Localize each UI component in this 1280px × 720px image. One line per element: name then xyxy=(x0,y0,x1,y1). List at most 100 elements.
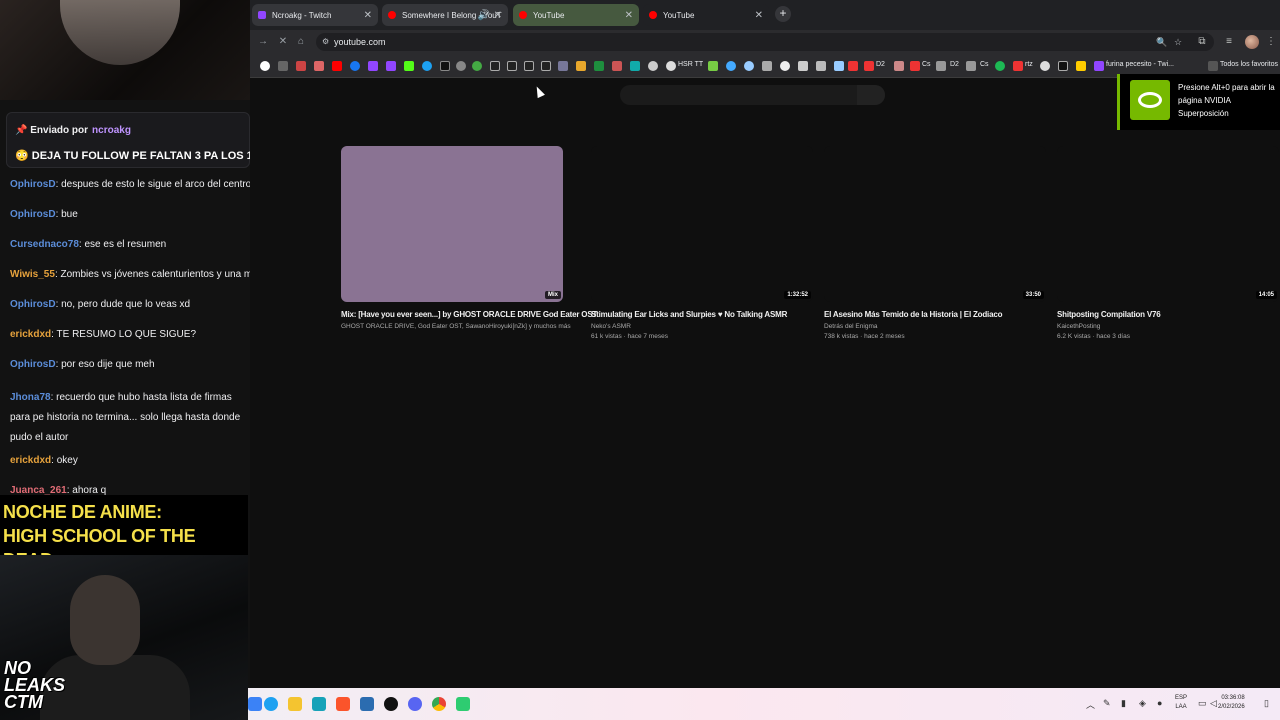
video-title[interactable]: Stimulating Ear Licks and Slurpies ♥ No … xyxy=(591,310,813,319)
bookmark-icon[interactable] xyxy=(966,61,976,71)
chat-username[interactable]: erickdxd xyxy=(10,455,51,466)
bookmark-icon[interactable] xyxy=(936,61,946,71)
kick-icon[interactable] xyxy=(404,61,414,71)
bookmark-label[interactable]: D2 xyxy=(950,61,959,68)
video-card[interactable]: 1:32:52 Stimulating Ear Licks and Slurpi… xyxy=(591,146,813,340)
site-info-icon[interactable]: ⚙ xyxy=(322,37,332,47)
video-channel[interactable]: Neko's ASMR xyxy=(591,323,813,330)
media-icon[interactable]: ≡ xyxy=(1222,35,1236,49)
video-title[interactable]: Shitposting Compilation V76 xyxy=(1057,310,1279,319)
bookmark-icon[interactable] xyxy=(260,61,270,71)
brave-icon[interactable] xyxy=(336,697,350,711)
app-icon[interactable] xyxy=(456,697,470,711)
bookmark-icon[interactable] xyxy=(848,61,858,71)
edge-icon[interactable] xyxy=(264,697,278,711)
bookmark-label[interactable]: HSR TT xyxy=(678,61,703,68)
menu-icon[interactable]: ⋮ xyxy=(1264,35,1278,49)
usb-icon[interactable]: ▮ xyxy=(1121,698,1126,709)
pen-icon[interactable]: ✎ xyxy=(1103,698,1111,709)
x-icon[interactable] xyxy=(541,61,551,71)
chat-username[interactable]: Jhona78 xyxy=(10,392,51,403)
chrome-icon[interactable] xyxy=(432,697,446,711)
network-icon[interactable]: ▭ xyxy=(1198,698,1207,709)
bookmark-icon[interactable] xyxy=(816,61,826,71)
bookmark-icon[interactable] xyxy=(314,61,324,71)
star-icon[interactable]: ☆ xyxy=(1174,37,1182,48)
bookmark-label[interactable]: D2 xyxy=(876,61,885,68)
close-icon[interactable]: ✕ xyxy=(755,10,763,21)
search-bar-loading[interactable] xyxy=(620,85,885,105)
url-text[interactable]: youtube.com xyxy=(334,37,386,47)
tab-youtube-active[interactable]: YouTube ✕ xyxy=(643,4,769,26)
bookmark-icon[interactable] xyxy=(666,61,676,71)
bookmark-icon[interactable] xyxy=(864,61,874,71)
video-channel[interactable]: KaicethPosting xyxy=(1057,323,1279,330)
bookmark-icon[interactable] xyxy=(278,61,288,71)
search-icon[interactable]: 🔍 xyxy=(1156,37,1167,48)
forward-icon[interactable]: → xyxy=(256,35,270,49)
notification-icon[interactable]: ▯ xyxy=(1264,698,1269,709)
video-card[interactable]: Mix Mix: [Have you ever seen...] by GHOS… xyxy=(341,146,597,330)
tab-youtube-song[interactable]: Somewhere I Belong - YouT 🔊 ✕ xyxy=(382,4,508,26)
twitch-icon[interactable] xyxy=(1094,61,1104,71)
discord-icon[interactable] xyxy=(408,697,422,711)
bookmark-icon[interactable] xyxy=(1058,61,1068,71)
bookmark-icon[interactable] xyxy=(834,61,844,71)
close-icon[interactable]: ✕ xyxy=(494,10,502,21)
spotify-icon[interactable] xyxy=(995,61,1005,71)
folder-icon[interactable] xyxy=(1208,61,1218,71)
extensions-icon[interactable]: ⧉ xyxy=(1195,35,1209,49)
twitch-icon[interactable] xyxy=(368,61,378,71)
mic-icon[interactable]: ● xyxy=(1157,698,1162,708)
close-loading-icon[interactable]: ✕ xyxy=(276,35,290,49)
video-thumbnail[interactable]: 1:32:52 xyxy=(591,146,813,302)
chat-username[interactable]: Cursednaco78 xyxy=(10,239,79,250)
chat-username[interactable]: OphirosD xyxy=(10,179,56,190)
app-icon[interactable] xyxy=(312,697,326,711)
start-icon[interactable] xyxy=(248,697,262,711)
bookmark-icon[interactable] xyxy=(576,61,586,71)
app-icon[interactable] xyxy=(360,697,374,711)
bookmark-icon[interactable] xyxy=(296,61,306,71)
video-title[interactable]: Mix: [Have you ever seen...] by GHOST OR… xyxy=(341,310,597,319)
bookmark-icon[interactable] xyxy=(726,61,736,71)
bookmark-label[interactable]: rtz xyxy=(1025,61,1033,68)
x-icon[interactable] xyxy=(524,61,534,71)
bookmark-label[interactable]: Cs xyxy=(980,61,989,68)
bookmark-icon[interactable] xyxy=(332,61,342,71)
twitch-icon[interactable] xyxy=(386,61,396,71)
close-icon[interactable]: 🔊 xyxy=(478,10,490,21)
video-title[interactable]: El Asesino Más Temido de la Historia | E… xyxy=(824,310,1046,319)
bookmark-icon[interactable] xyxy=(630,61,640,71)
bookmark-icon[interactable] xyxy=(798,61,808,71)
x-icon[interactable] xyxy=(507,61,517,71)
bookmark-icon[interactable] xyxy=(780,61,790,71)
bookmark-icon[interactable] xyxy=(894,61,904,71)
bookmark-icon[interactable] xyxy=(1013,61,1023,71)
bookmark-icon[interactable] xyxy=(612,61,622,71)
bookmark-icon[interactable] xyxy=(1076,61,1086,71)
bookmark-icon[interactable] xyxy=(744,61,754,71)
profile-avatar[interactable] xyxy=(1245,35,1259,49)
language-indicator[interactable]: ESP LAA xyxy=(1175,694,1187,712)
tiktok-icon[interactable] xyxy=(440,61,450,71)
search-button[interactable] xyxy=(857,85,885,105)
chat-username[interactable]: OphirosD xyxy=(10,209,56,220)
facebook-icon[interactable] xyxy=(350,61,360,71)
bookmark-icon[interactable] xyxy=(762,61,772,71)
video-card[interactable]: 14:05 Shitposting Compilation V76 Kaicet… xyxy=(1057,146,1279,340)
bookmark-icon[interactable] xyxy=(648,61,658,71)
tab-youtube-2[interactable]: YouTube ✕ xyxy=(513,4,639,26)
bookmark-icon[interactable] xyxy=(422,61,432,71)
x-icon[interactable] xyxy=(490,61,500,71)
video-channel[interactable]: GHOST ORACLE DRIVE, God Eater OST, Sawan… xyxy=(341,323,571,330)
video-channel[interactable]: Detrás del Enigma xyxy=(824,323,1046,330)
video-thumbnail[interactable]: Mix xyxy=(341,146,563,302)
chat-username[interactable]: OphirosD xyxy=(10,299,56,310)
bookmark-label[interactable]: furina pecesito - Twi... xyxy=(1106,61,1174,68)
clock[interactable]: 03:36:08 2/02/2026 xyxy=(1218,694,1245,712)
bookmark-icon[interactable] xyxy=(456,61,466,71)
folder-icon[interactable] xyxy=(288,697,302,711)
bookmark-icon[interactable] xyxy=(594,61,604,71)
volume-icon[interactable]: ◁ xyxy=(1210,698,1217,709)
